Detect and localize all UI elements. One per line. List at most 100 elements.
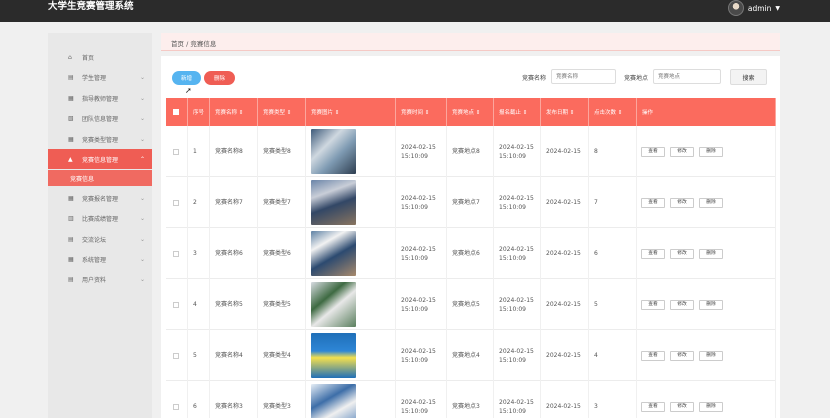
delete-button[interactable]: 删除 <box>699 146 723 157</box>
table-row: 2 竞赛名称7 竞赛类型7 2024-02-15 15:10:09 竞赛地点7 2024-… <box>166 177 776 228</box>
table-row: 1 竞赛名称8 竞赛类型8 2024-02-15 15:10:09 竞赛地点8 2024-… <box>166 126 776 177</box>
name-filter-input[interactable] <box>551 69 616 84</box>
edit-button[interactable]: 修改 <box>670 350 694 361</box>
edit-button[interactable]: 修改 <box>670 197 694 208</box>
cell-time: 2024-02-15 15:10:09 <box>396 330 447 381</box>
competition-image[interactable] <box>311 384 356 418</box>
menu-icon: ▦ <box>68 135 74 143</box>
cell-type: 竞赛类型5 <box>258 279 306 330</box>
sidebar-item-8[interactable]: ▥ 比赛成绩管理 ⌄ <box>48 208 152 228</box>
sidebar-item-10[interactable]: ▦ 系统管理 ⌄ <box>48 249 152 269</box>
table-cell: 查看 修改 删除 <box>637 381 776 418</box>
chevron-down-icon: ⌄ <box>140 235 146 243</box>
row-checkbox[interactable] <box>166 177 188 228</box>
sidebar-item-label: 系统管理 <box>82 256 107 264</box>
view-button[interactable]: 查看 <box>641 146 665 157</box>
row-checkbox[interactable] <box>166 330 188 381</box>
cell-deadline: 2024-02-15 15:10:09 <box>494 126 541 177</box>
cell-deadline: 2024-02-15 15:10:09 <box>494 381 541 418</box>
column-header-4[interactable]: 竞赛类型 ⇕ <box>258 98 306 126</box>
batch-delete-button[interactable]: 删除 <box>204 71 235 85</box>
cell-location: 竞赛地点7 <box>447 177 494 228</box>
delete-button[interactable]: 删除 <box>699 197 723 208</box>
cell-index: 1 <box>188 126 210 177</box>
sidebar-item-1[interactable]: ⌂ 首页 <box>48 47 152 67</box>
column-header-7[interactable]: 竞赛地点 ⇕ <box>447 98 494 126</box>
cell-type: 竞赛类型7 <box>258 177 306 228</box>
search-button[interactable]: 搜索 <box>730 69 767 85</box>
sidebar-item-label: 用户资料 <box>82 276 107 284</box>
view-button[interactable]: 查看 <box>641 248 665 259</box>
sidebar-item-7[interactable]: ▦ 竞赛报名管理 ⌄ <box>48 188 152 208</box>
menu-icon: ⌂ <box>68 53 72 61</box>
sidebar-item-4[interactable]: ▧ 团队信息管理 ⌄ <box>48 108 152 128</box>
sidebar-item-2[interactable]: ▤ 学生管理 ⌄ <box>48 67 152 87</box>
view-button[interactable]: 查看 <box>641 350 665 361</box>
cell-name: 竞赛名称4 <box>210 330 258 381</box>
competition-image[interactable] <box>311 231 356 276</box>
competition-image[interactable] <box>311 180 356 225</box>
table-cell <box>306 381 396 418</box>
column-header-3[interactable]: 竞赛名称 ⇕ <box>210 98 258 126</box>
checkbox-icon <box>173 148 179 155</box>
sidebar-item-label: 团队信息管理 <box>82 115 119 123</box>
cell-time: 2024-02-15 15:10:09 <box>396 381 447 418</box>
sidebar-item-11[interactable]: ▤ 用户资料 ⌄ <box>48 269 152 289</box>
sidebar-item-label: 竞赛信息管理 <box>82 156 119 164</box>
competition-image[interactable] <box>311 129 356 174</box>
delete-button[interactable]: 删除 <box>699 401 723 412</box>
row-checkbox[interactable] <box>166 228 188 279</box>
delete-button[interactable]: 删除 <box>699 350 723 361</box>
view-button[interactable]: 查看 <box>641 299 665 310</box>
cell-location: 竞赛地点4 <box>447 330 494 381</box>
sidebar: ⌂ 首页 ▤ 学生管理 ⌄ ▦ 指导教师管理 ⌄ ▧ 团队信息管理 ⌄ ▦ 竞赛类型管理 ⌄ ▲ 竞赛信息管理… <box>48 33 152 418</box>
column-header-10[interactable]: 点击次数 ⇕ <box>589 98 637 126</box>
edit-button[interactable]: 修改 <box>670 146 694 157</box>
user-menu[interactable]: admin ▼ <box>727 0 780 16</box>
row-checkbox[interactable] <box>166 279 188 330</box>
menu-icon: ▥ <box>68 214 74 222</box>
competition-image[interactable] <box>311 333 356 378</box>
sidebar-item-3[interactable]: ▦ 指导教师管理 ⌄ <box>48 88 152 108</box>
select-all-checkbox[interactable] <box>166 98 188 126</box>
cell-location: 竞赛地点6 <box>447 228 494 279</box>
add-button[interactable]: 新增 <box>172 71 201 85</box>
cell-index: 5 <box>188 330 210 381</box>
column-header-11: 操作 <box>637 98 776 126</box>
delete-button[interactable]: 删除 <box>699 299 723 310</box>
location-filter-input[interactable] <box>653 69 721 84</box>
column-header-6[interactable]: 竞赛时间 ⇕ <box>396 98 447 126</box>
chevron-down-icon: ⌄ <box>140 94 146 102</box>
sidebar-item-6[interactable]: ▲ 竞赛信息管理 ⌃ <box>48 149 152 169</box>
cell-index: 2 <box>188 177 210 228</box>
column-header-5[interactable]: 竞赛图片 ⇕ <box>306 98 396 126</box>
cell-index: 6 <box>188 381 210 418</box>
competition-image[interactable] <box>311 282 356 327</box>
table-cell <box>306 279 396 330</box>
view-button[interactable]: 查看 <box>641 197 665 208</box>
edit-button[interactable]: 修改 <box>670 401 694 412</box>
sidebar-subitem-competition-info[interactable]: 竞赛信息 <box>48 170 152 186</box>
column-header-9[interactable]: 发布日期 ⇕ <box>541 98 589 126</box>
sidebar-item-5[interactable]: ▦ 竞赛类型管理 ⌄ <box>48 129 152 149</box>
sidebar-item-label: 比赛成绩管理 <box>82 215 119 223</box>
row-checkbox[interactable] <box>166 126 188 177</box>
sidebar-item-9[interactable]: ▤ 交流论坛 ⌄ <box>48 229 152 249</box>
row-checkbox[interactable] <box>166 381 188 418</box>
checkbox-icon <box>173 403 179 410</box>
user-name[interactable]: admin <box>748 4 772 13</box>
edit-button[interactable]: 修改 <box>670 299 694 310</box>
delete-button[interactable]: 删除 <box>699 248 723 259</box>
view-button[interactable]: 查看 <box>641 401 665 412</box>
chevron-down-icon: ⌄ <box>140 275 146 283</box>
top-bar: 大学生竞赛管理系统 admin ▼ <box>0 0 830 22</box>
row-actions: 查看 修改 删除 <box>641 401 723 412</box>
column-header-8[interactable]: 报名截止 ⇕ <box>494 98 541 126</box>
avatar[interactable] <box>727 0 744 16</box>
row-actions: 查看 修改 删除 <box>641 350 723 361</box>
sidebar-item-label: 指导教师管理 <box>82 95 119 103</box>
edit-button[interactable]: 修改 <box>670 248 694 259</box>
cell-location: 竞赛地点8 <box>447 126 494 177</box>
caret-down-icon[interactable]: ▼ <box>775 5 780 12</box>
cell-deadline: 2024-02-15 15:10:09 <box>494 279 541 330</box>
